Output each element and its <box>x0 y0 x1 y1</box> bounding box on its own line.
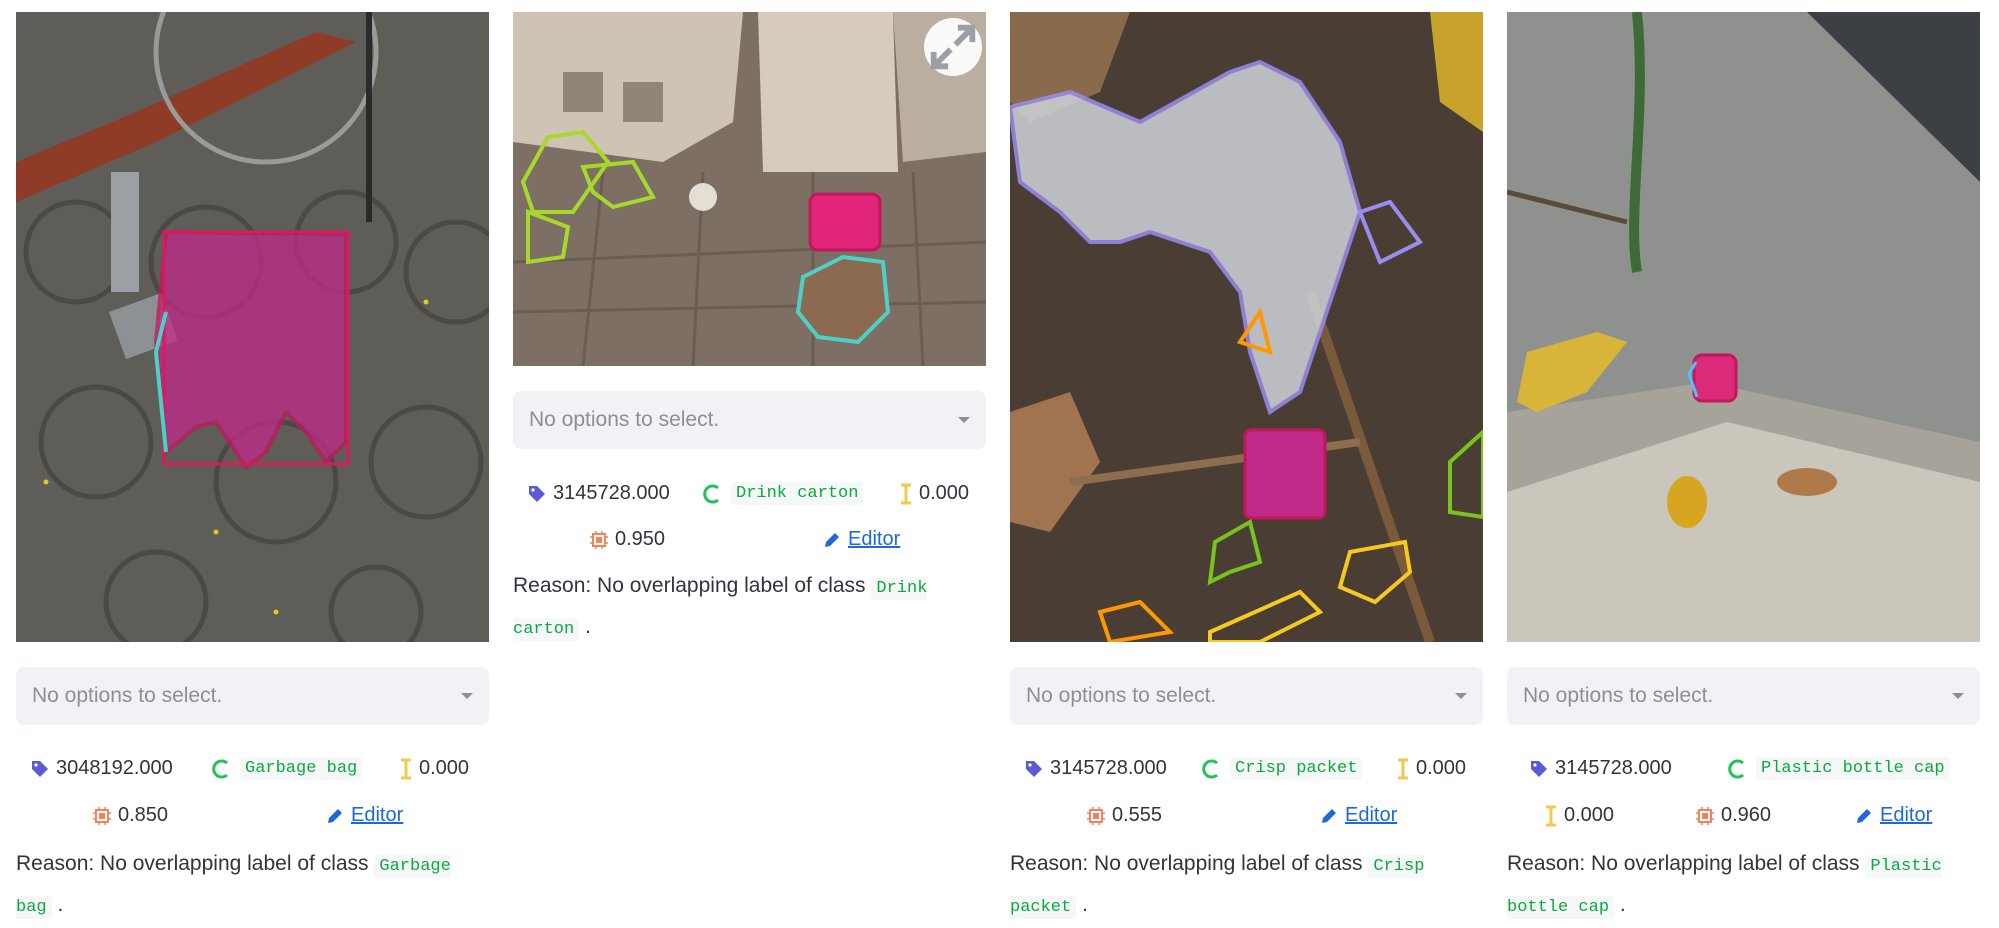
select-placeholder: No options to select. <box>1026 684 1217 707</box>
area-stat: 3145728.000 <box>1529 757 1672 780</box>
detection-image-1[interactable] <box>16 12 489 642</box>
detection-image-3[interactable] <box>1010 12 1483 642</box>
chip-icon <box>1696 806 1714 825</box>
area-value: 3048192.000 <box>56 757 173 779</box>
tag-icon <box>32 760 48 777</box>
iou-stat: 0.000 <box>1544 804 1614 827</box>
iou-value: 0.000 <box>919 482 970 504</box>
class-value: Plastic bottle cap <box>1756 757 1950 780</box>
class-c-icon <box>1728 759 1744 778</box>
class-value: Drink carton <box>731 482 864 505</box>
class-c-icon <box>212 759 228 778</box>
reason-prefix: Reason: No overlapping label of class <box>16 852 369 875</box>
garbage-bag-photo <box>16 12 489 642</box>
tag-icon <box>1026 760 1042 777</box>
iou-i-icon <box>401 758 411 779</box>
class-c-icon <box>703 484 719 503</box>
class-stat: Plastic bottle cap <box>1728 757 1950 780</box>
area-stat: 3145728.000 <box>1024 757 1167 780</box>
select-placeholder: No options to select. <box>32 684 223 707</box>
area-value: 3145728.000 <box>553 482 670 504</box>
chip-icon <box>590 530 608 549</box>
reason-text: Reason: No overlapping label of class Pl… <box>1507 845 1980 927</box>
class-stat: Garbage bag <box>212 757 363 780</box>
area-value: 3145728.000 <box>1555 757 1672 779</box>
chip-icon <box>1087 806 1105 825</box>
score-stat: 0.960 <box>1695 804 1771 827</box>
area-value: 3145728.000 <box>1050 757 1167 779</box>
class-value: Crisp packet <box>1230 757 1363 780</box>
crisp-packet-photo <box>1010 12 1483 642</box>
reason-suffix: . <box>57 893 64 916</box>
iou-stat: 0.000 <box>1396 757 1466 780</box>
chip-icon <box>93 806 111 825</box>
select-placeholder: No options to select. <box>529 408 720 431</box>
bottle-cap-photo <box>1507 12 1980 642</box>
editor-label[interactable]: Editor <box>351 804 403 827</box>
reason-suffix: . <box>1619 893 1626 916</box>
score-value: 0.960 <box>1721 804 1772 826</box>
editor-label[interactable]: Editor <box>1880 804 1932 827</box>
reason-text: Reason: No overlapping label of class Cr… <box>1010 845 1483 927</box>
score-stat: 0.950 <box>589 528 665 551</box>
area-stat: 3048192.000 <box>30 757 173 780</box>
iou-stat: 0.000 <box>399 757 469 780</box>
pencil-icon <box>328 808 342 823</box>
expand-icon[interactable] <box>924 18 982 76</box>
label-select[interactable]: No options to select. <box>513 391 986 449</box>
iou-i-icon <box>901 483 911 504</box>
reason-suffix: . <box>585 615 591 638</box>
iou-value: 0.000 <box>1564 804 1615 826</box>
pencil-icon <box>825 532 839 547</box>
chevron-down-icon <box>461 693 473 699</box>
score-stat: 0.555 <box>1086 804 1162 827</box>
iou-value: 0.000 <box>419 757 470 779</box>
chevron-down-icon <box>958 417 970 423</box>
select-placeholder: No options to select. <box>1523 684 1714 707</box>
reason-text: Reason: No overlapping label of class Dr… <box>513 567 986 649</box>
tag-icon <box>1531 760 1547 777</box>
score-value: 0.555 <box>1112 804 1163 826</box>
editor-link[interactable]: Editor <box>325 804 403 827</box>
chevron-down-icon <box>1455 693 1467 699</box>
reason-prefix: Reason: No overlapping label of class <box>513 574 866 597</box>
detection-image-4[interactable] <box>1507 12 1980 642</box>
class-stat: Drink carton <box>703 482 864 505</box>
iou-stat: 0.000 <box>899 482 969 505</box>
reason-prefix: Reason: No overlapping label of class <box>1507 852 1860 875</box>
label-select[interactable]: No options to select. <box>1010 667 1483 725</box>
editor-link[interactable]: Editor <box>1854 804 1932 827</box>
class-stat: Crisp packet <box>1202 757 1363 780</box>
editor-link[interactable]: Editor <box>1319 804 1397 827</box>
class-value: Garbage bag <box>240 757 363 780</box>
tag-icon <box>529 485 545 502</box>
detection-image-2[interactable] <box>513 12 986 366</box>
iou-i-icon <box>1398 758 1408 779</box>
label-select[interactable]: No options to select. <box>16 667 489 725</box>
label-select[interactable]: No options to select. <box>1507 667 1980 725</box>
class-c-icon <box>1202 759 1218 778</box>
score-value: 0.950 <box>615 528 666 550</box>
score-value: 0.850 <box>118 804 169 826</box>
editor-label[interactable]: Editor <box>1345 804 1397 827</box>
reason-text: Reason: No overlapping label of class Ga… <box>16 845 489 927</box>
pencil-icon <box>1857 808 1871 823</box>
score-stat: 0.850 <box>92 804 168 827</box>
chevron-down-icon <box>1952 693 1964 699</box>
reason-suffix: . <box>1082 893 1088 916</box>
editor-label[interactable]: Editor <box>848 528 900 551</box>
iou-value: 0.000 <box>1416 757 1467 779</box>
drink-carton-photo <box>513 12 986 366</box>
editor-link[interactable]: Editor <box>822 528 900 551</box>
reason-prefix: Reason: No overlapping label of class <box>1010 852 1363 875</box>
area-stat: 3145728.000 <box>527 482 670 505</box>
pencil-icon <box>1322 808 1336 823</box>
iou-i-icon <box>1546 805 1556 826</box>
